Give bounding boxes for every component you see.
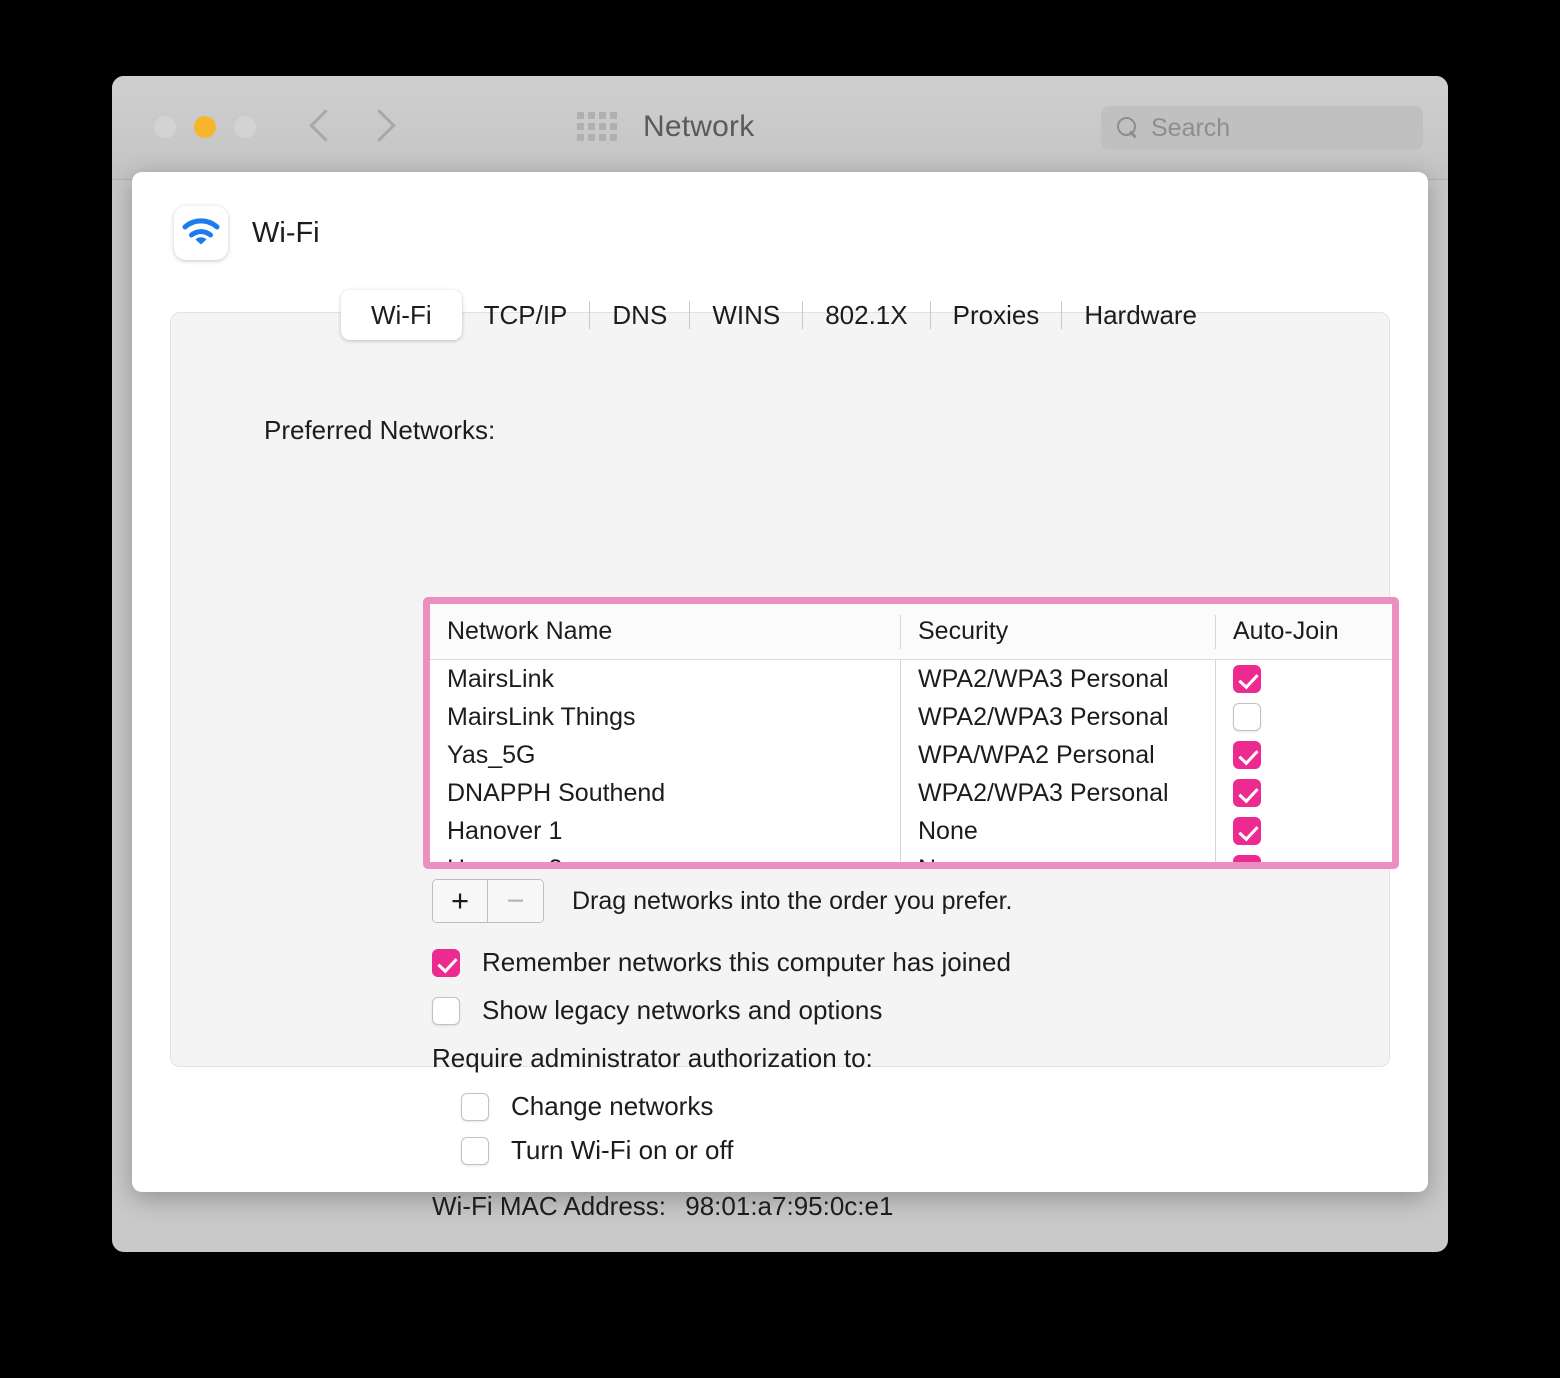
network-name: DNAPPH Southend	[447, 778, 666, 807]
mac-address-row: Wi-Fi MAC Address: 98:01:a7:95:0c:e1	[432, 1191, 893, 1222]
add-remove-button-group: + −	[432, 879, 544, 923]
table-row[interactable]: Hanover 2 None	[430, 850, 1392, 869]
close-button[interactable]	[154, 116, 176, 138]
option-remember-networks[interactable]: Remember networks this computer has join…	[432, 947, 1011, 978]
auto-join-checkbox[interactable]	[1233, 741, 1261, 769]
tab-wifi[interactable]: Wi-Fi	[340, 290, 462, 340]
network-name: Yas_5G	[447, 740, 536, 769]
search-icon	[1117, 117, 1139, 139]
table-row[interactable]: MairsLink Things WPA2/WPA3 Personal	[430, 698, 1392, 736]
option-show-legacy[interactable]: Show legacy networks and options	[432, 995, 882, 1026]
add-network-button[interactable]: +	[433, 880, 488, 922]
remember-networks-label: Remember networks this computer has join…	[482, 947, 1011, 977]
network-security: WPA2/WPA3 Personal	[900, 698, 1215, 736]
auto-join-cell	[1215, 812, 1392, 850]
admin-authorization-label: Require administrator authorization to:	[432, 1043, 873, 1073]
back-chevron-icon[interactable]	[310, 106, 332, 144]
navigation-arrows	[310, 106, 392, 144]
auto-join-cell	[1215, 660, 1392, 698]
network-name: MairsLink	[447, 664, 554, 693]
service-header: Wi-Fi	[174, 206, 1390, 260]
network-name: MairsLink Things	[447, 702, 636, 731]
mac-address-label: Wi-Fi MAC Address:	[432, 1191, 667, 1221]
turn-wifi-checkbox[interactable]	[461, 1136, 489, 1165]
forward-chevron-icon[interactable]	[370, 106, 392, 144]
tab-proxies[interactable]: Proxies	[931, 290, 1062, 340]
auto-join-checkbox[interactable]	[1233, 703, 1261, 731]
option-turn-wifi[interactable]: Turn Wi-Fi on or off	[461, 1135, 734, 1166]
network-security: None	[900, 812, 1215, 850]
column-header-network-name[interactable]: Network Name	[430, 617, 900, 646]
auto-join-checkbox[interactable]	[1233, 855, 1261, 862]
auto-join-cell	[1215, 774, 1392, 812]
page-title: Network	[643, 110, 755, 143]
table-row[interactable]: DNAPPH Southend WPA2/WPA3 Personal	[430, 774, 1392, 812]
network-security: WPA2/WPA3 Personal	[900, 660, 1215, 698]
column-header-security[interactable]: Security	[900, 614, 1215, 649]
preferred-networks-table: Network Name Security Auto-Join MairsLin…	[423, 597, 1399, 869]
preferred-networks-label: Preferred Networks:	[264, 415, 496, 445]
auto-join-checkbox[interactable]	[1233, 665, 1261, 693]
auto-join-cell	[1215, 698, 1392, 736]
table-row[interactable]: Hanover 1 None	[430, 812, 1392, 850]
auto-join-cell	[1215, 850, 1392, 862]
traffic-light-group	[154, 116, 256, 138]
network-preferences-window: Network Search Wi-Fi Wi-Fi TCP/IP DNS WI…	[112, 76, 1448, 1252]
show-legacy-checkbox[interactable]	[432, 996, 460, 1025]
wifi-icon	[174, 206, 228, 260]
tab-bar: Wi-Fi TCP/IP DNS WINS 802.1X Proxies Har…	[132, 290, 1428, 340]
window-titlebar: Network Search	[112, 76, 1448, 180]
auto-join-checkbox[interactable]	[1233, 779, 1261, 807]
tab-dns[interactable]: DNS	[590, 290, 689, 340]
remove-network-button: −	[488, 880, 543, 922]
tab-8021x[interactable]: 802.1X	[803, 290, 929, 340]
table-row[interactable]: MairsLink WPA2/WPA3 Personal	[430, 660, 1392, 698]
minimize-button[interactable]	[194, 116, 216, 138]
network-security: WPA/WPA2 Personal	[900, 736, 1215, 774]
drag-hint-text: Drag networks into the order you prefer.	[572, 886, 1013, 915]
tab-hardware[interactable]: Hardware	[1062, 290, 1219, 340]
list-controls: + − Drag networks into the order you pre…	[432, 879, 1013, 923]
show-legacy-label: Show legacy networks and options	[482, 995, 883, 1025]
table-row[interactable]: Yas_5G WPA/WPA2 Personal	[430, 736, 1392, 774]
network-name: Hanover 2	[447, 854, 563, 869]
network-name: Hanover 1	[447, 816, 563, 845]
wifi-settings-sheet: Wi-Fi Wi-Fi TCP/IP DNS WINS 802.1X Proxi…	[132, 172, 1428, 1221]
network-security: None	[900, 850, 1215, 862]
remember-networks-checkbox[interactable]	[432, 948, 460, 977]
change-networks-label: Change networks	[511, 1091, 714, 1121]
search-placeholder: Search	[1151, 113, 1231, 142]
tab-wins[interactable]: WINS	[690, 290, 802, 340]
service-name: Wi-Fi	[252, 216, 320, 249]
change-networks-checkbox[interactable]	[461, 1092, 489, 1121]
column-header-auto-join[interactable]: Auto-Join	[1215, 614, 1392, 649]
tab-tcpip[interactable]: TCP/IP	[462, 290, 590, 340]
turn-wifi-label: Turn Wi-Fi on or off	[511, 1135, 734, 1165]
option-change-networks[interactable]: Change networks	[461, 1091, 713, 1122]
show-all-grid-icon[interactable]	[577, 112, 617, 141]
mac-address-value: 98:01:a7:95:0c:e1	[685, 1191, 894, 1221]
search-input[interactable]: Search	[1101, 106, 1423, 150]
auto-join-checkbox[interactable]	[1233, 817, 1261, 845]
table-header-row: Network Name Security Auto-Join	[430, 604, 1392, 660]
auto-join-cell	[1215, 736, 1392, 774]
zoom-button[interactable]	[234, 116, 256, 138]
network-security: WPA2/WPA3 Personal	[900, 774, 1215, 812]
